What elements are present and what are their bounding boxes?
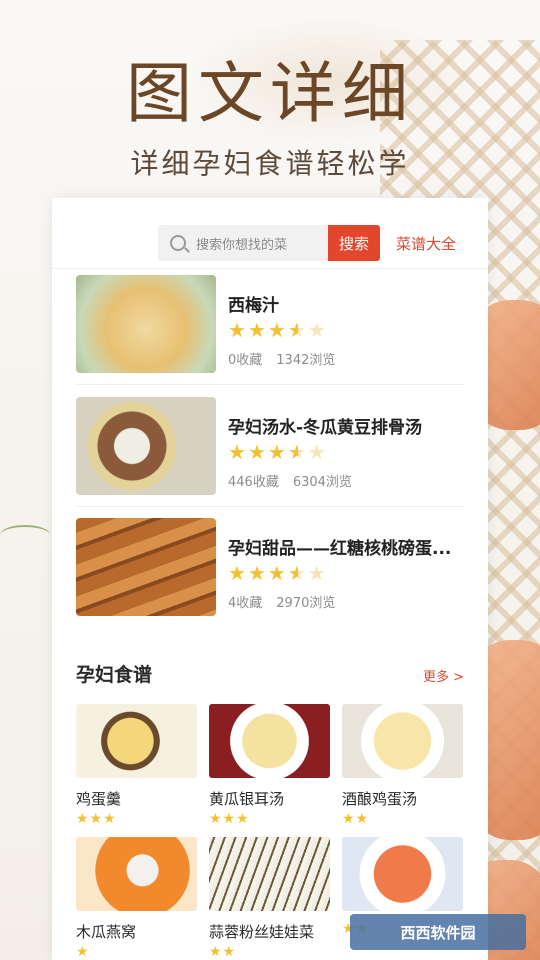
favorites-count: 0收藏: [228, 353, 263, 368]
rating-stars: ★★: [209, 944, 237, 960]
views-count: 6304浏览: [292, 475, 352, 490]
recipe-thumbnail: [76, 518, 216, 616]
star-icon: ★: [267, 440, 288, 464]
recipe-thumbnail: [76, 837, 197, 911]
star-icon: ★: [267, 318, 288, 342]
recipe-thumbnail: [76, 704, 197, 778]
recipe-list-item[interactable]: 西梅汁 ★★★★★ 0收藏 1342浏览: [76, 275, 464, 375]
star-icon: ★: [228, 318, 248, 342]
recipe-name: 酒酿鸡蛋汤: [342, 790, 418, 808]
star-icon: ★: [228, 440, 248, 464]
recipe-name: 孕妇汤水-冬瓜黄豆排骨汤: [228, 418, 423, 438]
recipe-name: 孕妇甜品——红糖核桃磅蛋...: [228, 539, 452, 559]
divider: [76, 384, 464, 385]
rating-stars: ★★★★★: [228, 561, 328, 585]
rating-stars: ★★★★★: [228, 440, 328, 464]
star-icon: ★: [247, 318, 268, 342]
star-icon: ★: [307, 561, 328, 585]
leaf-decoration: [0, 525, 50, 545]
more-link[interactable]: 更多 >: [423, 666, 464, 685]
views-count: 2970浏览: [276, 596, 336, 611]
recipe-list-item[interactable]: 孕妇汤水-冬瓜黄豆排骨汤 ★★★★★ 446收藏 6304浏览: [76, 397, 464, 497]
rating-stars: ★★★: [76, 811, 117, 827]
rating-stars: ★★: [342, 811, 370, 827]
recipe-name: 西梅汁: [228, 296, 279, 316]
star-icon: ★: [267, 561, 288, 585]
recipe-grid-item[interactable]: 鸡蛋羹 ★★★: [76, 704, 197, 827]
star-icon: ★: [307, 318, 328, 342]
recipe-name: 蒜蓉粉丝娃娃菜: [209, 923, 315, 941]
recipe-list-item[interactable]: 孕妇甜品——红糖核桃磅蛋... ★★★★★ 4收藏 2970浏览: [76, 518, 464, 618]
recipe-name: 黄瓜银耳汤: [209, 790, 285, 808]
recipe-thumbnail: [342, 837, 463, 911]
rating-stars: ★★★★★: [228, 318, 328, 342]
search-placeholder: 搜索你想找的菜: [196, 237, 288, 253]
recipe-thumbnail: [209, 837, 330, 911]
star-icon: ★: [307, 440, 328, 464]
views-count: 1342浏览: [276, 353, 336, 368]
star-icon: ★: [287, 440, 308, 464]
recipe-thumbnail: [76, 275, 216, 373]
watermark-logo: 西西软件园: [350, 914, 526, 950]
recipe-stats: 4收藏 2970浏览: [228, 592, 349, 611]
divider: [52, 268, 488, 269]
favorites-count: 4收藏: [228, 596, 263, 611]
star-icon: ★: [247, 561, 268, 585]
section-title: 孕妇食谱: [76, 664, 153, 686]
star-icon: ★: [287, 318, 308, 342]
recipe-name: 鸡蛋羹: [76, 790, 122, 808]
recipe-grid-item[interactable]: 黄瓜银耳汤 ★★★: [209, 704, 330, 827]
search-button[interactable]: 搜索: [328, 225, 380, 261]
hero-title: 图文详细: [126, 55, 414, 132]
star-icon: ★: [247, 440, 268, 464]
recipe-stats: 0收藏 1342浏览: [228, 349, 349, 368]
favorites-count: 446收藏: [228, 475, 279, 490]
recipe-grid-item[interactable]: 酒酿鸡蛋汤 ★★: [342, 704, 463, 827]
recipe-thumbnail: [76, 397, 216, 495]
recipe-grid-item[interactable]: 蒜蓉粉丝娃娃菜 ★★: [209, 837, 330, 960]
recipe-grid-item[interactable]: 木瓜燕窝 ★: [76, 837, 197, 960]
all-recipes-link[interactable]: 菜谱大全: [396, 233, 456, 254]
rating-stars: ★★★: [209, 811, 250, 827]
recipe-name: 木瓜燕窝: [76, 923, 137, 941]
recipe-thumbnail: [342, 704, 463, 778]
star-icon: ★: [287, 561, 308, 585]
search-icon: [170, 235, 186, 251]
recipe-stats: 446收藏 6304浏览: [228, 471, 366, 490]
recipe-thumbnail: [209, 704, 330, 778]
app-screen-card: 搜索你想找的菜 搜索 菜谱大全 西梅汁 ★★★★★ 0收藏 1342浏览 孕妇汤水-冬瓜…: [52, 198, 488, 960]
rating-stars: ★: [76, 944, 90, 960]
divider: [76, 506, 464, 507]
hero-subtitle: 详细孕妇食谱轻松学: [130, 147, 410, 180]
star-icon: ★: [228, 561, 248, 585]
